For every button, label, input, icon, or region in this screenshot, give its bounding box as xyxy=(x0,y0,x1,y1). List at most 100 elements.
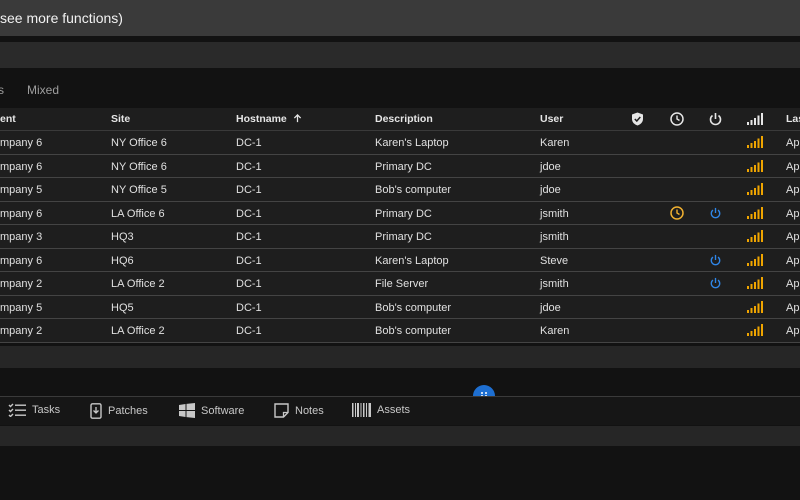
description-cell: Primary DC xyxy=(375,160,432,173)
tab-label: Assets xyxy=(377,404,411,416)
agents-table: ent Site Hostname Description User Las m… xyxy=(0,108,800,343)
client-cell: mpany 6 xyxy=(0,137,43,149)
site-cell: NY Office 5 xyxy=(111,184,167,196)
power-icon[interactable] xyxy=(709,112,722,126)
last-seen-cell: Ap xyxy=(786,137,800,149)
user-cell: jsmith xyxy=(540,278,569,290)
table-row[interactable]: mpany 3 HQ3 DC-1 Primary DC jsmith Ap xyxy=(0,225,800,249)
table-header: ent Site Hostname Description User Las xyxy=(0,108,800,131)
site-cell: HQ5 xyxy=(111,301,134,314)
table-row[interactable]: mpany 5 HQ5 DC-1 Bob's computer jdoe Ap xyxy=(0,296,800,319)
description-cell: Bob's computer xyxy=(375,301,452,314)
signal-icon[interactable] xyxy=(747,113,763,125)
user-cell: jdoe xyxy=(540,301,561,314)
tab-assets[interactable]: Assets xyxy=(352,403,410,417)
last-seen-cell: Ap xyxy=(786,231,800,243)
table-body: mpany 6 NY Office 6 DC-1 Karen's Laptop Kare… xyxy=(0,131,800,343)
client-cell: mpany 3 xyxy=(0,231,43,243)
description-cell: Primary DC xyxy=(375,207,432,220)
user-cell: jdoe xyxy=(540,160,561,173)
last-seen-cell: Ap xyxy=(786,254,800,267)
table-row[interactable]: mpany 6 NY Office 6 DC-1 Karen's Laptop Kare… xyxy=(0,131,800,155)
checklist-icon xyxy=(8,403,26,417)
client-cell: mpany 5 xyxy=(0,301,43,314)
filter-tab-mixed[interactable]: Mixed xyxy=(27,83,59,97)
user-cell: jdoe xyxy=(540,184,561,196)
col-header-user[interactable]: User xyxy=(540,113,563,125)
description-cell: Karen's Laptop xyxy=(375,137,449,149)
arrow-up-icon xyxy=(293,114,301,123)
windows-icon xyxy=(179,403,195,418)
reboot-power-icon xyxy=(710,254,721,265)
shield-check-icon[interactable] xyxy=(631,112,644,126)
tab-label: Patches xyxy=(108,405,148,417)
client-cell: mpany 6 xyxy=(0,254,43,267)
table-row[interactable]: mpany 2 LA Office 2 DC-1 File Server jsmith A… xyxy=(0,272,800,296)
bottom-tabs: Tasks Patches Software Notes Assets xyxy=(0,396,800,425)
user-cell: Karen xyxy=(540,325,570,337)
tab-label: Notes xyxy=(295,404,324,417)
hostname-cell: DC-1 xyxy=(236,184,262,196)
user-cell: Karen xyxy=(540,137,570,149)
table-row[interactable]: mpany 2 LA Office 2 DC-1 Bob's computer Kare… xyxy=(0,319,800,343)
user-cell: Steve xyxy=(540,254,569,267)
signal-bars-icon xyxy=(747,159,763,172)
toolbar-strip xyxy=(0,42,800,68)
client-cell: mpany 6 xyxy=(0,160,43,173)
table-row[interactable]: mpany 6 NY Office 6 DC-1 Primary DC jdoe Ap xyxy=(0,155,800,178)
clock-icon[interactable] xyxy=(670,112,684,126)
reboot-power-icon xyxy=(710,207,721,218)
client-cell: mpany 2 xyxy=(0,325,43,337)
page-title: see more functions) xyxy=(0,10,123,26)
description-cell: Bob's computer xyxy=(375,325,452,337)
hostname-cell: DC-1 xyxy=(236,160,262,173)
site-cell: LA Office 2 xyxy=(111,278,165,290)
table-row[interactable]: mpany 6 HQ6 DC-1 Karen's Laptop Steve Ap xyxy=(0,249,800,272)
col-header-hostname[interactable]: Hostname xyxy=(236,113,302,125)
last-seen-cell: Ap xyxy=(786,207,800,220)
hostname-cell: DC-1 xyxy=(236,278,262,290)
last-seen-cell: Ap xyxy=(786,301,800,314)
table-row[interactable]: mpany 6 LA Office 6 DC-1 Primary DC jsmith Ap xyxy=(0,202,800,225)
last-seen-cell: Ap xyxy=(786,160,800,173)
signal-bars-icon xyxy=(747,300,763,313)
tab-tasks[interactable]: Tasks xyxy=(8,403,60,417)
pending-clock-icon xyxy=(670,205,684,220)
table-row[interactable]: mpany 5 NY Office 5 DC-1 Bob's computer jdoe… xyxy=(0,178,800,202)
site-cell: NY Office 6 xyxy=(111,160,167,173)
table-footer xyxy=(0,346,800,368)
col-header-description[interactable]: Description xyxy=(375,113,433,125)
site-cell: HQ6 xyxy=(111,254,134,267)
site-cell: NY Office 6 xyxy=(111,137,167,149)
description-cell: File Server xyxy=(375,278,429,290)
last-seen-cell: Ap xyxy=(786,278,800,290)
tab-notes[interactable]: Notes xyxy=(274,403,324,418)
filter-tab-partial[interactable]: s xyxy=(0,83,4,97)
signal-bars-icon xyxy=(747,253,763,266)
phone-download-icon xyxy=(90,403,102,419)
barcode-icon xyxy=(352,403,371,417)
last-seen-cell: Ap xyxy=(786,325,800,337)
signal-bars-icon xyxy=(747,183,763,195)
signal-bars-icon xyxy=(747,206,763,219)
tab-patches[interactable]: Patches xyxy=(90,403,148,419)
col-header-client[interactable]: ent xyxy=(0,113,16,125)
col-header-last[interactable]: Las xyxy=(786,113,800,125)
tab-software[interactable]: Software xyxy=(179,403,244,418)
hostname-cell: DC-1 xyxy=(236,301,262,314)
site-cell: HQ3 xyxy=(111,231,134,243)
tab-label: Software xyxy=(201,404,245,417)
signal-bars-icon xyxy=(747,277,763,289)
user-cell: jsmith xyxy=(540,207,569,220)
signal-bars-icon xyxy=(747,230,763,242)
col-header-site[interactable]: Site xyxy=(111,113,130,125)
description-cell: Primary DC xyxy=(375,231,432,243)
hostname-cell: DC-1 xyxy=(236,325,262,337)
site-cell: LA Office 2 xyxy=(111,325,165,337)
user-cell: jsmith xyxy=(540,231,569,243)
bottom-panel-strip xyxy=(0,426,800,446)
signal-bars-icon xyxy=(747,324,763,336)
description-cell: Bob's computer xyxy=(375,184,452,196)
last-seen-cell: Ap xyxy=(786,184,800,196)
hostname-cell: DC-1 xyxy=(236,254,262,267)
